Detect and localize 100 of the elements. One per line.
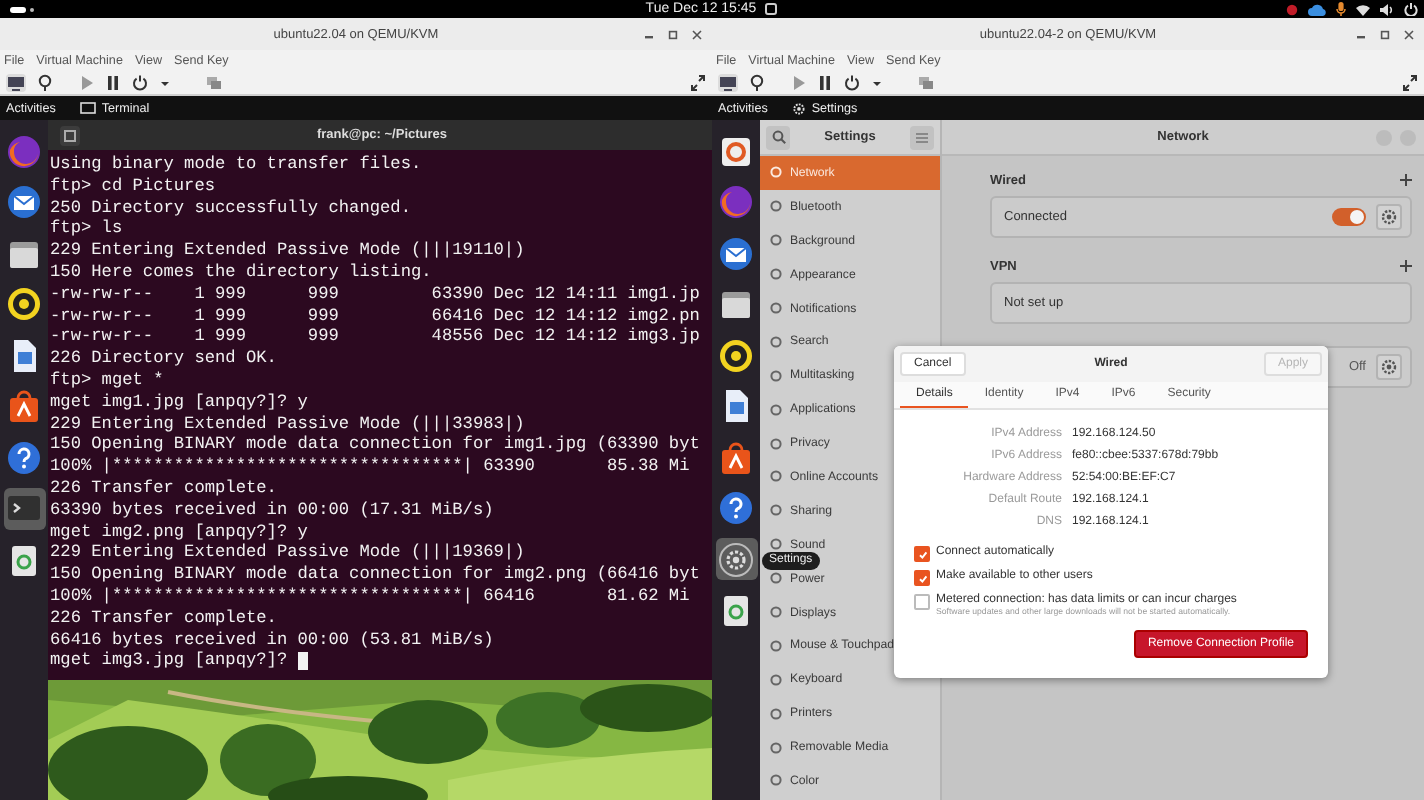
dock-item[interactable] xyxy=(715,487,757,529)
workspace-icon[interactable] xyxy=(10,5,34,13)
category-icon xyxy=(770,335,782,348)
disc-icon xyxy=(718,337,754,373)
screenshot-button[interactable] xyxy=(918,73,934,91)
bag-icon xyxy=(6,388,42,424)
globe-icon xyxy=(718,184,754,220)
bag-icon xyxy=(718,439,754,475)
monitor-button[interactable] xyxy=(718,73,738,91)
checkbox[interactable] xyxy=(914,570,930,586)
terminal-line: 250 Directory successfully changed. xyxy=(50,197,411,219)
terminal-line: ftp> mget * xyxy=(50,369,164,392)
close-icon xyxy=(692,29,702,39)
status-icon xyxy=(764,2,779,16)
play-icon xyxy=(80,73,94,91)
dock-item[interactable] xyxy=(715,232,757,274)
play-button[interactable] xyxy=(792,73,806,91)
record-icon[interactable] xyxy=(1286,3,1298,15)
pause-button[interactable] xyxy=(106,73,120,91)
bulb-icon xyxy=(750,73,764,91)
category-icon xyxy=(770,403,782,416)
search-button[interactable] xyxy=(766,125,790,149)
checkmark-icon xyxy=(917,549,927,559)
category-icon xyxy=(770,369,782,382)
dock-item[interactable] xyxy=(3,181,45,223)
checkbox[interactable] xyxy=(914,546,930,562)
add-icon[interactable] xyxy=(1400,174,1412,186)
bulb-button[interactable] xyxy=(750,73,764,91)
envelope-icon xyxy=(6,184,42,220)
power-button[interactable] xyxy=(132,73,148,91)
power-button[interactable] xyxy=(844,73,860,91)
maximize-button[interactable] xyxy=(1376,25,1394,43)
play-icon xyxy=(792,73,806,91)
terminal-line: 229 Entering Extended Passive Mode (|||19110|) xyxy=(50,240,525,262)
maximize-icon xyxy=(1380,29,1390,39)
monitor-icon xyxy=(718,73,738,91)
category-icon xyxy=(770,606,782,619)
terminal-line: 100% |**********************************| 66416 81.62 Mi xyxy=(50,585,690,608)
toggle-switch[interactable] xyxy=(1332,208,1366,226)
help-icon xyxy=(6,439,42,475)
terminal-line: 229 Entering Extended Passive Mode (|||19369|) xyxy=(50,542,525,565)
terminal-line: ftp> ls xyxy=(50,218,123,241)
terminal-line: 66416 bytes received in 00:00 (53.81 MiB/s) xyxy=(50,629,494,651)
dock-item[interactable] xyxy=(3,283,45,325)
category-icon xyxy=(770,302,782,314)
menu-icon xyxy=(916,131,928,143)
close-button[interactable] xyxy=(1400,25,1418,43)
tile-icon xyxy=(718,133,754,169)
terminal-line: 150 Opening BINARY mode data connection for img1.jpg (63390 byt xyxy=(50,434,700,457)
dock-item[interactable] xyxy=(715,538,757,580)
terminal-line: 100% |**********************************| 63390 85.38 Mi xyxy=(50,456,690,478)
settings-button[interactable] xyxy=(1376,354,1402,380)
fullscreen-button[interactable] xyxy=(690,73,706,91)
trash-icon xyxy=(718,592,754,628)
terminal-line: mget img3.jpg [anpqy?]? xyxy=(50,650,290,673)
volume-icon[interactable] xyxy=(1380,3,1394,15)
power-icon xyxy=(844,73,860,91)
category-icon xyxy=(770,437,782,450)
add-icon[interactable] xyxy=(1400,260,1412,272)
gear-icon xyxy=(1380,358,1398,376)
terminal-line: 150 Here comes the directory listing. xyxy=(50,261,432,284)
terminal-line: 150 Opening BINARY mode data connection for img2.png (66416 byt xyxy=(50,564,700,586)
wifi-icon[interactable] xyxy=(1356,3,1370,15)
category-icon xyxy=(770,572,782,585)
new-tab-button[interactable] xyxy=(60,125,80,145)
help-icon xyxy=(718,490,754,526)
category-icon xyxy=(770,741,782,754)
settings-icon xyxy=(791,101,806,115)
category-icon xyxy=(770,673,782,686)
checkbox[interactable] xyxy=(914,594,930,610)
maximize-button[interactable] xyxy=(664,25,682,43)
power-icon[interactable] xyxy=(1404,2,1418,16)
category-icon xyxy=(770,504,782,517)
settings-icon xyxy=(718,541,754,577)
play-button[interactable] xyxy=(80,73,94,91)
terminal-line: 63390 bytes received in 00:00 (17.31 MiB/s) xyxy=(50,499,494,522)
dock-item[interactable] xyxy=(3,436,45,478)
screenshot-button[interactable] xyxy=(206,73,222,91)
monitor-button[interactable] xyxy=(6,73,26,91)
bulb-icon xyxy=(38,73,52,91)
envelope-icon xyxy=(718,235,754,271)
terminal-line: -rw-rw-r-- 1 999 999 66416 Dec 12 14:12 img2.pn xyxy=(50,305,700,327)
category-icon xyxy=(770,707,782,720)
trash-icon xyxy=(6,541,42,577)
microphone-icon[interactable] xyxy=(1336,2,1346,16)
gear-icon xyxy=(1380,208,1398,226)
pause-icon xyxy=(106,73,120,91)
terminal-line: mget img2.png [anpqy?]? y xyxy=(50,521,308,543)
category-icon xyxy=(770,538,782,551)
settings-button[interactable] xyxy=(1376,204,1402,230)
category-icon xyxy=(770,639,782,652)
bulb-button[interactable] xyxy=(38,73,52,91)
fullscreen-button[interactable] xyxy=(1402,73,1418,91)
screenshot-icon xyxy=(918,73,934,91)
pause-button[interactable] xyxy=(818,73,832,91)
terminal-line: -rw-rw-r-- 1 999 999 63390 Dec 12 14:11 img1.jp xyxy=(50,283,700,306)
close-button[interactable] xyxy=(688,25,706,43)
cloud-icon[interactable] xyxy=(1308,3,1326,15)
terminal-line: 226 Transfer complete. xyxy=(50,607,277,630)
dock-item[interactable] xyxy=(715,334,757,376)
